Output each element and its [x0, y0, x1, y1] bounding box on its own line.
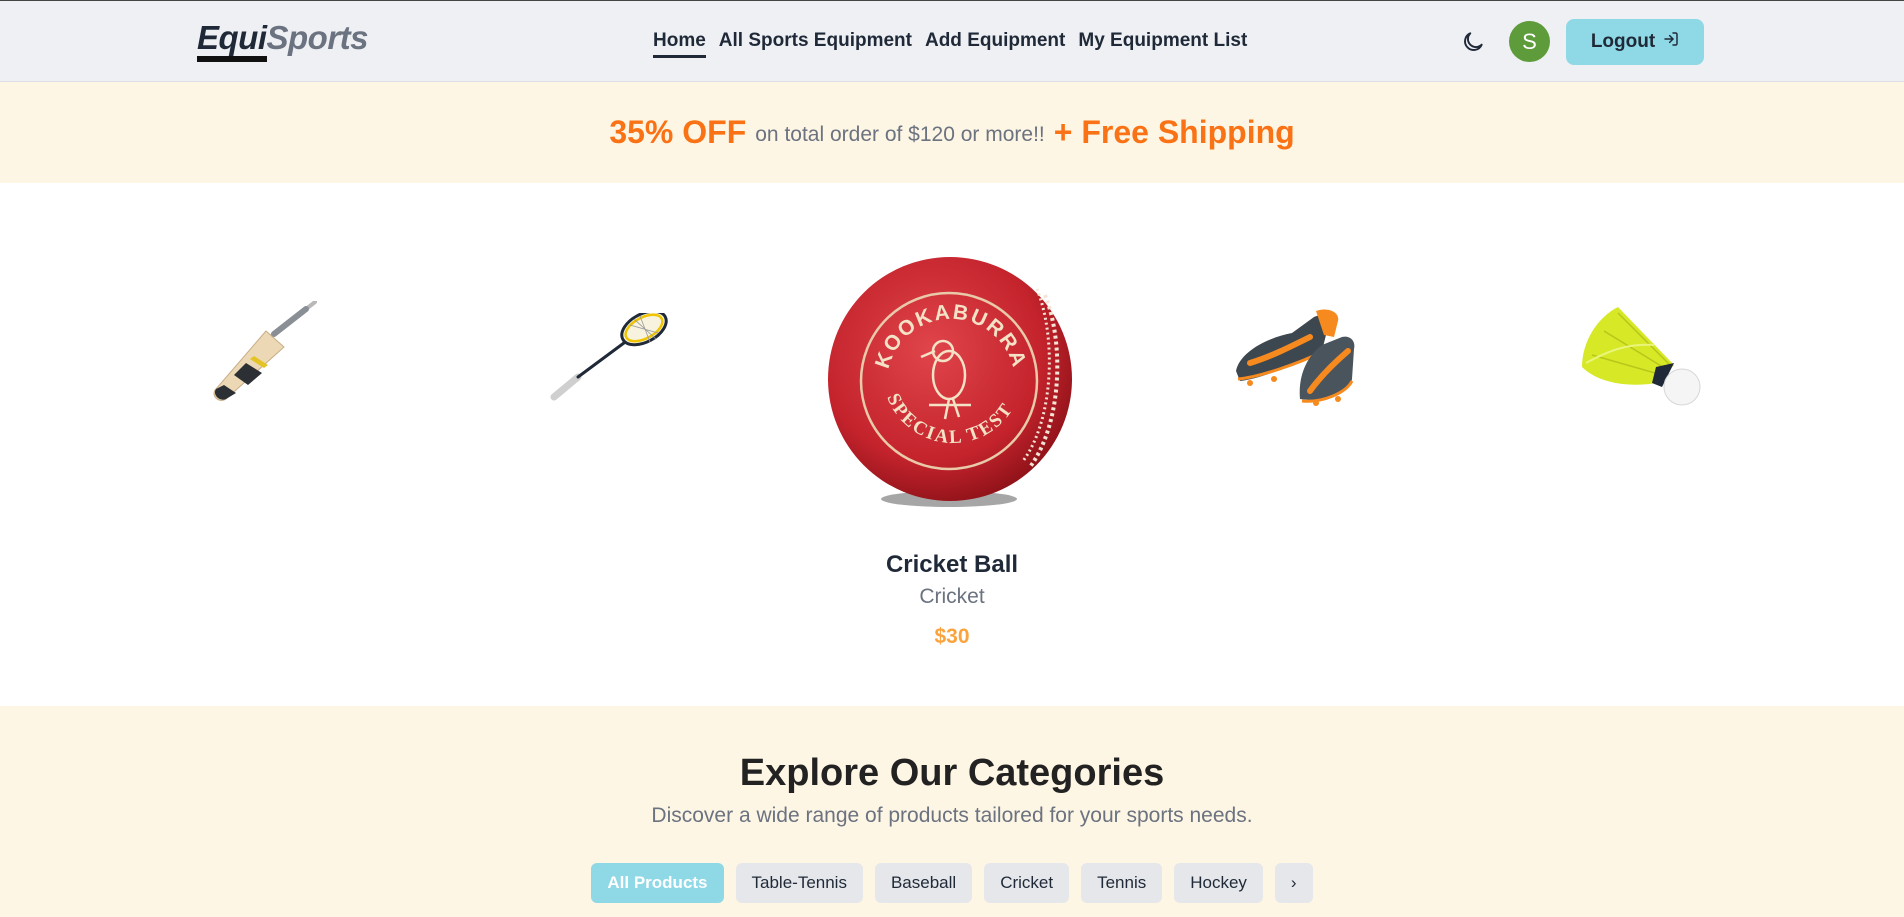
nav-link-all-sports-equipment[interactable]: All Sports Equipment [719, 29, 912, 58]
category-pills: All Products Table-Tennis Baseball Crick… [0, 863, 1904, 903]
logout-icon [1663, 31, 1679, 53]
category-pill-tennis[interactable]: Tennis [1081, 863, 1163, 903]
product-carousel: KOOKABURRA SPECIAL TEST Cricket Ball Cri… [0, 183, 1904, 706]
promo-shipping: + Free Shipping [1053, 114, 1295, 150]
category-pill-table-tennis[interactable]: Table-Tennis [735, 863, 863, 903]
brand-logo-part1: Equi [197, 20, 267, 62]
category-pill-all-products[interactable]: All Products [591, 863, 724, 903]
brand-logo-part2: Sports [266, 19, 369, 56]
main-nav: Home All Sports Equipment Add Equipment … [653, 29, 1247, 58]
nav-link-add-equipment[interactable]: Add Equipment [925, 29, 1065, 58]
shuttlecock-image[interactable] [1578, 305, 1704, 409]
nav-link-my-equipment-list[interactable]: My Equipment List [1078, 29, 1247, 58]
promo-banner: 35% OFF on total order of $120 or more!!… [0, 82, 1904, 183]
badminton-racket-image[interactable] [544, 313, 674, 403]
logout-label: Logout [1590, 31, 1656, 52]
category-pill-cricket[interactable]: Cricket [984, 863, 1070, 903]
moon-icon[interactable] [1460, 29, 1486, 55]
cricket-bat-image[interactable] [204, 301, 324, 401]
categories-title: Explore Our Categories [739, 752, 1165, 794]
cricket-ball-image[interactable]: KOOKABURRA SPECIAL TEST [825, 255, 1075, 511]
product-price: $30 [934, 625, 970, 648]
nav-link-home[interactable]: Home [653, 29, 706, 58]
football-boots-image[interactable] [1230, 307, 1360, 407]
category-pill-baseball[interactable]: Baseball [874, 863, 973, 903]
avatar[interactable]: S [1509, 21, 1550, 62]
product-name: Cricket Ball [885, 551, 1019, 578]
promo-condition: on total order of $120 or more!! [755, 122, 1045, 146]
category-pill-hockey[interactable]: Hockey [1174, 863, 1263, 903]
logout-button[interactable]: Logout [1566, 19, 1704, 65]
categories-subtitle: Discover a wide range of products tailor… [651, 804, 1253, 827]
product-category: Cricket [919, 585, 985, 608]
navbar: EquiSports Home All Sports Equipment Add… [0, 0, 1904, 82]
categories-section: Explore Our Categories Discover a wide r… [0, 706, 1904, 917]
category-next-button[interactable]: › [1274, 863, 1313, 903]
brand-logo[interactable]: EquiSports [197, 19, 369, 62]
promo-discount: 35% OFF [609, 114, 747, 150]
